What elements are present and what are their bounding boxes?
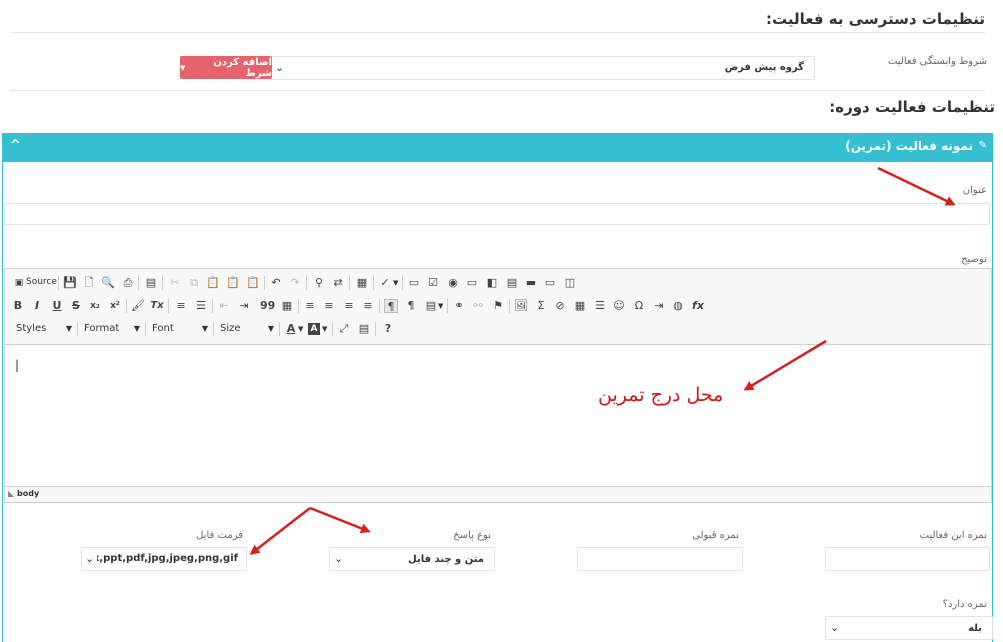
arrow-to-answer-type bbox=[309, 506, 371, 534]
arrow-to-title-field bbox=[877, 166, 956, 206]
arrow-to-file-format bbox=[249, 507, 311, 555]
arrow-to-editor bbox=[743, 339, 827, 391]
annotation-arrows bbox=[249, 166, 956, 555]
